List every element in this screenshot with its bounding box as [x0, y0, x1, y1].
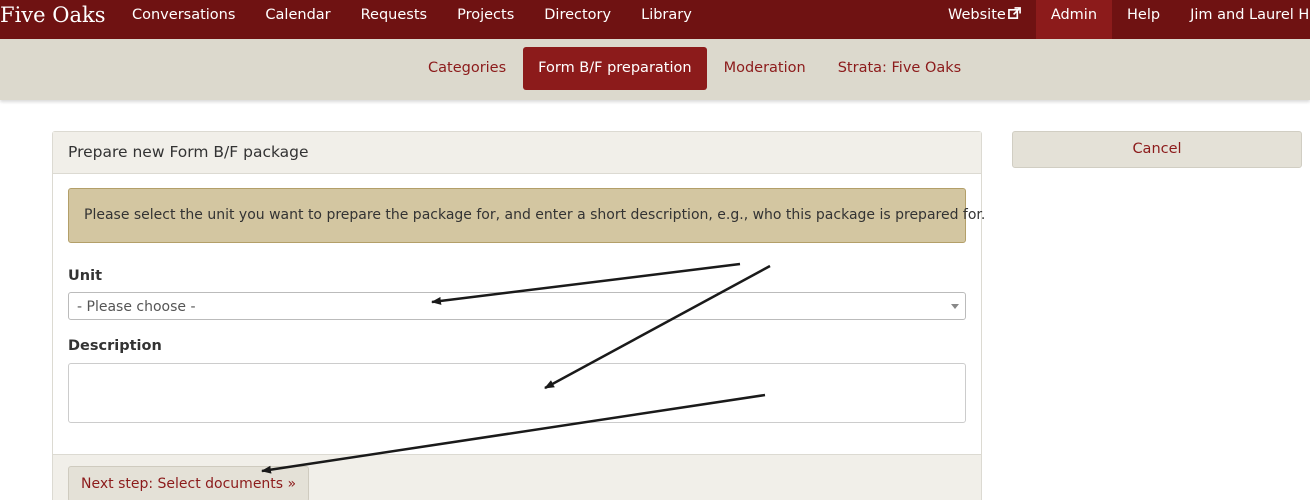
- nav-user[interactable]: Jim and Laurel Hoo: [1175, 0, 1310, 39]
- description-label: Description: [68, 338, 162, 354]
- unit-select[interactable]: - Please choose -: [68, 292, 966, 320]
- tab-moderation[interactable]: Moderation: [709, 47, 821, 90]
- nav-calendar[interactable]: Calendar: [250, 0, 345, 39]
- description-field[interactable]: [68, 363, 966, 423]
- nav-directory[interactable]: Directory: [529, 0, 626, 39]
- nav-library[interactable]: Library: [626, 0, 707, 39]
- secondary-nav: Website Admin Help Jim and Laurel Hoo: [933, 0, 1310, 39]
- tab-strata[interactable]: Strata: Five Oaks: [823, 47, 976, 90]
- admin-subnav: Categories Form B/F preparation Moderati…: [413, 47, 978, 90]
- panel-title: Prepare new Form B/F package: [53, 132, 981, 174]
- tab-categories[interactable]: Categories: [413, 47, 521, 90]
- nav-website[interactable]: Website: [933, 0, 1036, 39]
- top-navbar: Five Oaks Conversations Calendar Request…: [0, 0, 1310, 39]
- nav-conversations[interactable]: Conversations: [117, 0, 250, 39]
- unit-select-value: - Please choose -: [77, 299, 196, 315]
- nav-requests[interactable]: Requests: [346, 0, 442, 39]
- prepare-package-panel: Prepare new Form B/F package Please sele…: [52, 131, 985, 500]
- chevron-down-icon: [951, 304, 959, 309]
- main-nav: Conversations Calendar Requests Projects…: [117, 0, 707, 39]
- instructions-alert: Please select the unit you want to prepa…: [68, 188, 985, 243]
- tab-form-bf-preparation[interactable]: Form B/F preparation: [523, 47, 707, 90]
- external-link-icon: [1007, 7, 1021, 19]
- unit-label: Unit: [68, 268, 102, 284]
- panel-footer: Next step: Select documents »: [53, 454, 981, 500]
- cancel-button[interactable]: Cancel: [1012, 131, 1302, 168]
- nav-website-label: Website: [948, 7, 1006, 23]
- admin-subnav-bar: Categories Form B/F preparation Moderati…: [0, 39, 1310, 100]
- nav-projects[interactable]: Projects: [442, 0, 529, 39]
- nav-admin[interactable]: Admin: [1035, 0, 1113, 39]
- brand-logo[interactable]: Five Oaks: [0, 3, 106, 27]
- nav-help[interactable]: Help: [1112, 0, 1175, 39]
- next-step-button[interactable]: Next step: Select documents »: [68, 466, 310, 500]
